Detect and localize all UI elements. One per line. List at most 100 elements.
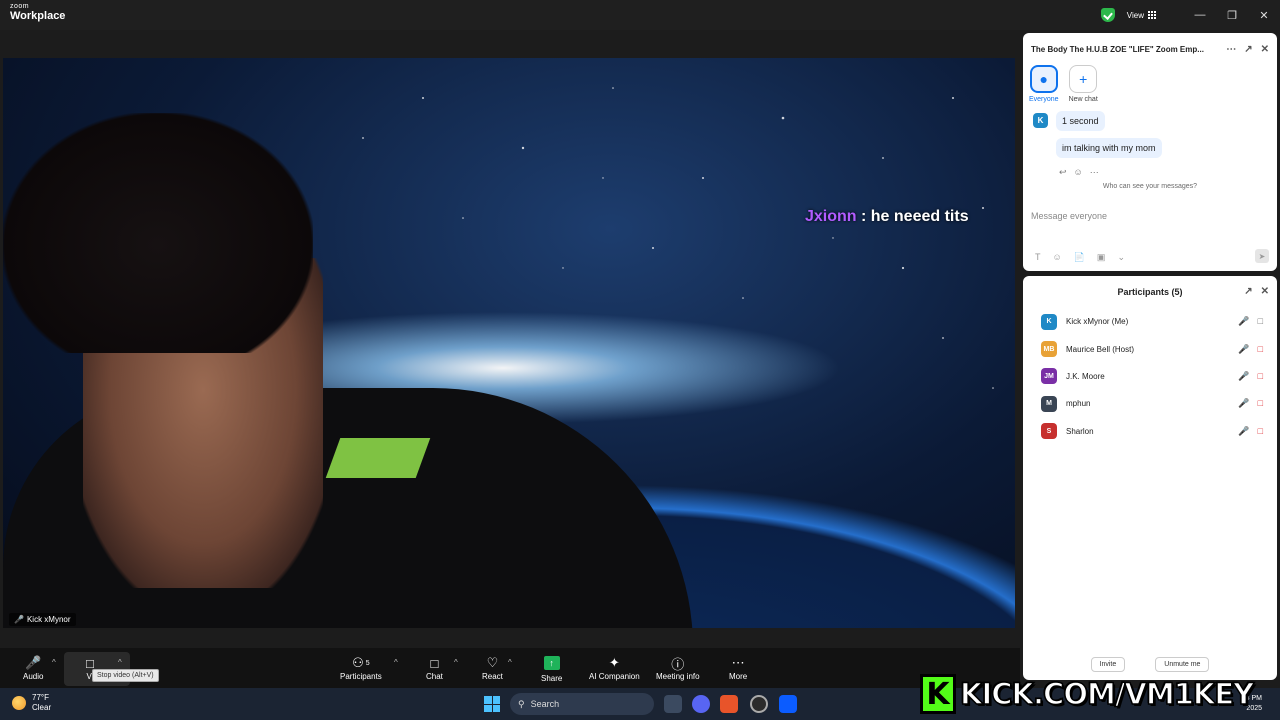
brave-browser-icon[interactable]: [720, 695, 738, 713]
more-icon[interactable]: ⋯: [1090, 167, 1099, 178]
participant-name: Sharlon: [1066, 426, 1094, 436]
participant-name: J.K. Moore: [1066, 371, 1105, 381]
overlay-chat-text: he neeed tits: [870, 208, 969, 225]
chat-message[interactable]: 1 second: [1056, 111, 1105, 131]
kick-url: KICK.COM/VM1KEY: [959, 676, 1255, 712]
mic-muted-icon: 🎤: [14, 615, 24, 624]
participants-title: Participants (5): [1117, 287, 1183, 297]
participant-row[interactable]: M mphun 🎤 □: [1023, 390, 1277, 417]
chat-options-chevron-icon[interactable]: ^: [454, 658, 458, 667]
minimize-button[interactable]: —: [1184, 0, 1216, 30]
participants-button[interactable]: ⚇ 5 Participants: [340, 654, 382, 681]
kick-logo-icon: K: [920, 674, 956, 714]
ai-companion-button[interactable]: ✦ AI Companion: [589, 654, 640, 681]
weather-widget[interactable]: 77°F Clear: [12, 693, 51, 712]
invite-button[interactable]: Invite: [1090, 657, 1126, 672]
overlay-chat-message: Jxionn : he neeed tits: [805, 208, 969, 226]
plus-icon: +: [1069, 65, 1098, 93]
grid-icon: [1148, 11, 1156, 19]
taskbar-search[interactable]: ⚲ Search: [510, 693, 654, 715]
audio-label: Audio: [23, 672, 44, 681]
share-button[interactable]: ↑ Share: [541, 654, 562, 683]
tab-everyone-label: Everyone: [1029, 96, 1059, 103]
react-button[interactable]: ♡ React: [482, 654, 503, 681]
title-bar: zoom Workplace View — ❐ ✕: [0, 0, 1280, 30]
share-label: Share: [541, 674, 563, 683]
more-button[interactable]: ⋯ More: [729, 654, 747, 681]
more-label: More: [729, 672, 748, 681]
main-video: Jxionn : he neeed tits 🎤 Kick xMynor: [3, 58, 1015, 628]
share-screen-icon: ↑: [543, 656, 560, 670]
unmute-me-button[interactable]: Unmute me: [1155, 657, 1210, 672]
more-chevron-icon[interactable]: ⌄: [1117, 252, 1125, 263]
participant-name-tag: 🎤 Kick xMynor: [9, 613, 76, 626]
camera-off-icon: □: [1257, 398, 1263, 409]
emoji-icon[interactable]: ☺: [1053, 252, 1062, 263]
security-shield-icon[interactable]: [1100, 8, 1115, 22]
message-input[interactable]: Message everyone: [1031, 211, 1107, 221]
audio-button[interactable]: 🎤 Audio: [23, 654, 43, 681]
participant-row[interactable]: MB Maurice Bell (Host) 🎤 □: [1023, 335, 1277, 362]
mic-muted-icon: 🎤: [1238, 425, 1250, 436]
compose-toolbar: T ☺ 📄 ▣ ⌄: [1035, 252, 1125, 263]
participant-avatar: JM: [1041, 368, 1057, 385]
search-icon: ⚲: [518, 698, 525, 709]
logo-line2: Workplace: [10, 10, 66, 22]
react-options-chevron-icon[interactable]: ^: [508, 658, 512, 667]
participant-name: Kick xMynor (Me): [1066, 317, 1129, 327]
emoji-reaction-icon[interactable]: ☺: [1074, 167, 1083, 178]
tab-everyone[interactable]: ● Everyone: [1029, 65, 1059, 111]
participants-options-chevron-icon[interactable]: ^: [394, 658, 398, 667]
popout-icon[interactable]: ↗: [1244, 44, 1252, 55]
chat-header: The Body The H.U.B ZOE "LIFE" Zoom Emp..…: [1023, 33, 1277, 65]
chat-panel: The Body The H.U.B ZOE "LIFE" Zoom Emp..…: [1023, 33, 1277, 271]
send-icon[interactable]: ➤: [1255, 249, 1269, 263]
camera-off-icon: □: [1257, 370, 1263, 381]
file-icon[interactable]: 📄: [1074, 252, 1085, 263]
who-can-see-link[interactable]: Who can see your messages?: [1023, 183, 1277, 190]
chat-button[interactable]: □ Chat: [426, 654, 443, 682]
popout-icon[interactable]: ↗: [1244, 286, 1252, 297]
audio-options-chevron-icon[interactable]: ^: [52, 658, 56, 667]
close-participants-icon[interactable]: ✕: [1261, 286, 1269, 297]
meeting-info-button[interactable]: ⓘ Meeting info: [656, 654, 700, 682]
reply-icon[interactable]: ↩: [1059, 167, 1067, 178]
search-label: Search: [530, 699, 560, 709]
more-options-icon[interactable]: ⋯: [1226, 44, 1236, 55]
chat-message[interactable]: im talking with my mom: [1056, 138, 1162, 158]
task-view-icon[interactable]: [664, 695, 682, 713]
overlay-chat-separator: :: [856, 208, 871, 225]
message-list: K 1 second im talking with my mom ↩ ☺ ⋯ …: [1023, 111, 1277, 193]
close-window-button[interactable]: ✕: [1248, 0, 1280, 30]
participants-icon: ⚇ 5: [352, 655, 370, 670]
more-dots-icon: ⋯: [731, 655, 745, 670]
screenshot-icon[interactable]: ▣: [1097, 252, 1106, 263]
participant-avatar: M: [1041, 395, 1057, 412]
windows-start-icon[interactable]: [484, 696, 500, 712]
sparkle-icon: ✦: [608, 655, 620, 670]
chat-label: Chat: [426, 672, 443, 681]
obs-icon[interactable]: [750, 695, 768, 713]
mic-icon: 🎤: [1238, 343, 1250, 354]
who-can-see-text: Who can see your messages?: [1102, 183, 1198, 190]
view-button[interactable]: View: [1127, 11, 1156, 20]
chat-tabs: ● Everyone + New chat: [1023, 65, 1277, 111]
maximize-button[interactable]: ❐: [1216, 0, 1248, 30]
kick-banner: K KICK.COM/VM1KEY: [920, 672, 1265, 716]
message-actions: ↩ ☺ ⋯: [1059, 167, 1099, 178]
close-chat-icon[interactable]: ✕: [1261, 44, 1269, 55]
discord-icon[interactable]: [692, 695, 710, 713]
zoom-logo: zoom Workplace: [10, 3, 65, 22]
participant-row[interactable]: K Kick xMynor (Me) 🎤 □: [1023, 308, 1277, 335]
format-text-icon[interactable]: T: [1035, 252, 1041, 263]
tab-new-chat[interactable]: + New chat: [1069, 65, 1098, 111]
mic-muted-icon: 🎤: [1238, 316, 1250, 327]
participant-row[interactable]: JM J.K. Moore 🎤 □: [1023, 363, 1277, 390]
weather-moon-icon: [12, 695, 26, 710]
participant-row[interactable]: S Sharlon 🎤 □: [1023, 418, 1277, 445]
participants-panel: Participants (5) ↗ ✕ K Kick xMynor (Me) …: [1023, 276, 1277, 680]
video-options-chevron-icon[interactable]: ^: [118, 658, 122, 667]
camera-off-icon: □: [1257, 343, 1263, 354]
zoom-app-icon[interactable]: [779, 695, 797, 713]
chat-icon: □: [430, 655, 439, 671]
